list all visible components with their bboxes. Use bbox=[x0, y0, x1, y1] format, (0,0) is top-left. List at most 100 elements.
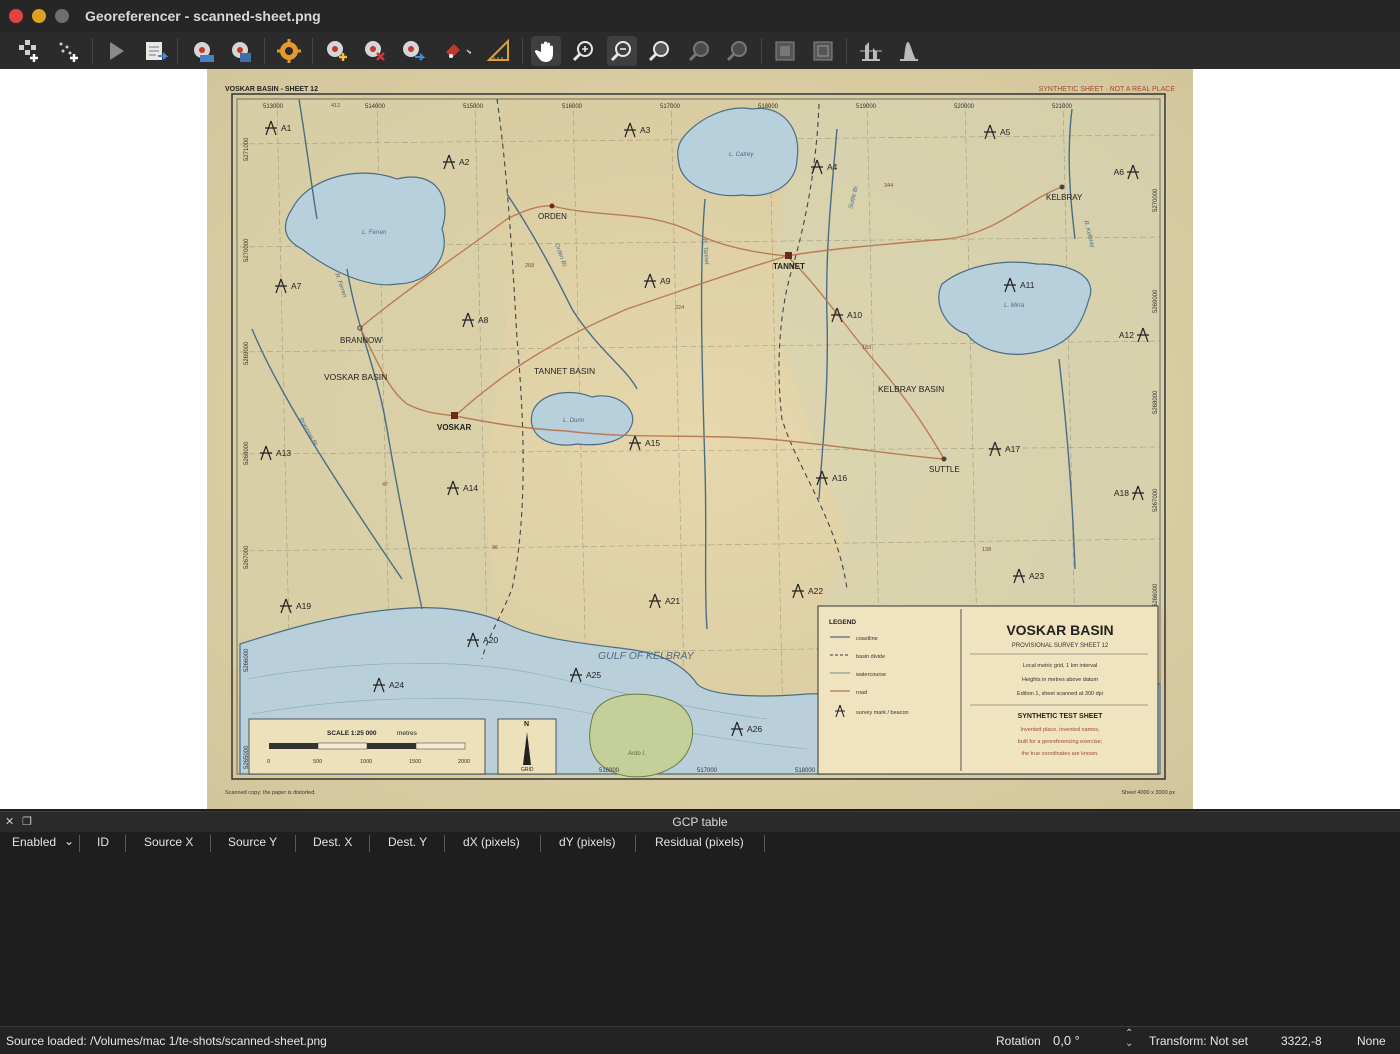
status-bar: Source loaded: /Volumes/mac 1/te-shots/s… bbox=[0, 1026, 1400, 1054]
place-kelbray: KELBRAY bbox=[1046, 193, 1083, 202]
place-tannet: TANNET bbox=[773, 262, 805, 271]
svg-text:L. Dunn: L. Dunn bbox=[563, 418, 585, 424]
column-source-x[interactable]: Source X bbox=[132, 835, 211, 852]
svg-text:138: 138 bbox=[982, 547, 991, 553]
link-qgis-icon[interactable] bbox=[808, 36, 838, 66]
survey-mark-label: A25 bbox=[586, 670, 601, 680]
delete-gcp-icon[interactable] bbox=[360, 36, 390, 66]
local-histogram-icon[interactable] bbox=[856, 36, 886, 66]
gcp-table-body[interactable] bbox=[0, 855, 1400, 1025]
rotation-value[interactable]: 0,0 ° bbox=[1053, 1033, 1080, 1048]
full-histogram-stretch-icon[interactable] bbox=[894, 36, 924, 66]
svg-text:47: 47 bbox=[382, 482, 388, 488]
pan-icon[interactable] bbox=[531, 36, 561, 66]
crs-status[interactable]: None bbox=[1357, 1034, 1386, 1048]
svg-text:1500: 1500 bbox=[409, 759, 421, 765]
svg-text:L. Mirra: L. Mirra bbox=[1004, 303, 1025, 309]
svg-text:516000: 516000 bbox=[562, 104, 583, 110]
svg-text:516000: 516000 bbox=[599, 768, 620, 774]
load-gcp-icon[interactable] bbox=[188, 36, 218, 66]
sheet-size-note: Sheet 4000 x 3000 px bbox=[1121, 790, 1175, 796]
minimize-window-button[interactable] bbox=[32, 9, 46, 23]
svg-text:514000: 514000 bbox=[365, 104, 386, 110]
save-gcp-icon[interactable] bbox=[226, 36, 256, 66]
svg-text:500: 500 bbox=[313, 759, 322, 765]
add-point-icon[interactable] bbox=[54, 36, 84, 66]
column-dx[interactable]: dX (pixels) bbox=[451, 835, 541, 852]
svg-text:watercourse: watercourse bbox=[855, 672, 886, 678]
transformation-settings-icon[interactable] bbox=[274, 36, 304, 66]
svg-text:518000: 518000 bbox=[758, 104, 779, 110]
svg-text:Invented place, invented names: Invented place, invented names, bbox=[1020, 727, 1100, 733]
chevron-down-icon[interactable]: ⌄ bbox=[64, 834, 74, 848]
georeferencer-toolbar bbox=[0, 32, 1400, 70]
map-legend: LEGEND coastline basin divide watercours… bbox=[817, 605, 1159, 775]
column-source-y[interactable]: Source Y bbox=[216, 835, 296, 852]
add-raster-icon[interactable] bbox=[14, 36, 44, 66]
survey-mark-label: A5 bbox=[1000, 127, 1011, 137]
status-source: Source loaded: /Volumes/mac 1/te-shots/s… bbox=[6, 1034, 327, 1048]
scanned-map-raster[interactable]: ORDEN TANNET KELBRAY BRANNOW VOSKAR SUTT… bbox=[207, 69, 1193, 809]
survey-mark-label: A12 bbox=[1119, 330, 1134, 340]
maximize-window-button[interactable] bbox=[55, 9, 69, 23]
zoom-to-layer-icon[interactable] bbox=[645, 36, 675, 66]
full-histogram-icon[interactable] bbox=[484, 36, 514, 66]
zoom-out-icon[interactable] bbox=[607, 36, 637, 66]
close-window-button[interactable] bbox=[9, 9, 23, 23]
svg-text:519000: 519000 bbox=[856, 104, 877, 110]
svg-text:L. Ferren: L. Ferren bbox=[362, 230, 387, 236]
rotation-spin-icon[interactable]: ⌃ ⌄ bbox=[1125, 1029, 1133, 1049]
svg-text:183: 183 bbox=[862, 345, 871, 351]
rotation-label: Rotation bbox=[996, 1034, 1041, 1048]
column-dy[interactable]: dY (pixels) bbox=[547, 835, 636, 852]
link-georef-icon[interactable] bbox=[770, 36, 800, 66]
svg-text:the true coordinates are known: the true coordinates are known. bbox=[1021, 751, 1099, 757]
column-residual[interactable]: Residual (pixels) bbox=[643, 835, 765, 852]
survey-mark-label: A9 bbox=[660, 276, 671, 286]
svg-text:521000: 521000 bbox=[1052, 104, 1073, 110]
svg-text:survey mark / beacon: survey mark / beacon bbox=[856, 710, 909, 716]
generate-script-icon[interactable] bbox=[140, 36, 170, 66]
column-dest-x[interactable]: Dest. X bbox=[301, 835, 370, 852]
svg-text:224: 224 bbox=[675, 305, 684, 311]
survey-mark-label: A22 bbox=[808, 586, 823, 596]
survey-mark-label: A3 bbox=[640, 125, 651, 135]
svg-text:518000: 518000 bbox=[795, 768, 816, 774]
column-id[interactable]: ID bbox=[85, 835, 126, 852]
svg-text:5269000: 5269000 bbox=[244, 341, 250, 365]
add-gcp-icon[interactable] bbox=[322, 36, 352, 66]
svg-text:0: 0 bbox=[267, 759, 270, 765]
place-voskar: VOSKAR bbox=[437, 423, 471, 432]
zoom-in-icon[interactable] bbox=[569, 36, 599, 66]
column-dest-y[interactable]: Dest. Y bbox=[376, 835, 445, 852]
svg-text:Local metric grid, 1 km interv: Local metric grid, 1 km interval bbox=[1023, 663, 1098, 669]
place-orden: ORDEN bbox=[538, 212, 567, 221]
svg-text:built for a georeferencing exe: built for a georeferencing exercise; bbox=[1018, 739, 1103, 745]
survey-mark-label: A18 bbox=[1114, 488, 1129, 498]
scale-bar: SCALE 1:25 000 metres 0 500 1000 1500 20… bbox=[248, 718, 486, 775]
survey-mark-label: A8 bbox=[478, 315, 489, 325]
column-enabled[interactable]: Enabled ⌄ bbox=[0, 834, 80, 852]
survey-mark-label: A10 bbox=[847, 310, 862, 320]
start-georeferencing-icon[interactable] bbox=[101, 36, 131, 66]
move-gcp-dest-icon[interactable] bbox=[441, 36, 471, 66]
zoom-last-icon[interactable] bbox=[685, 36, 715, 66]
svg-text:L. Catrey: L. Catrey bbox=[729, 152, 754, 158]
svg-text:LEGEND: LEGEND bbox=[829, 619, 856, 626]
region-voskar-basin: VOSKAR BASIN bbox=[324, 372, 387, 382]
survey-mark-label: A6 bbox=[1114, 167, 1125, 177]
svg-text:5271000: 5271000 bbox=[244, 137, 250, 161]
region-kelbray-basin: KELBRAY BASIN bbox=[878, 384, 944, 394]
svg-text:1000: 1000 bbox=[360, 759, 372, 765]
zoom-next-icon[interactable] bbox=[723, 36, 753, 66]
title-bar: Georeferencer - scanned-sheet.png bbox=[0, 0, 1400, 33]
survey-mark-label: A16 bbox=[832, 473, 847, 483]
svg-text:344: 344 bbox=[884, 183, 893, 189]
transform-status: Transform: Not set bbox=[1149, 1034, 1248, 1048]
survey-mark-label: A15 bbox=[645, 438, 660, 448]
gcp-panel-header: ✕ ❐ GCP table bbox=[0, 811, 1400, 833]
svg-text:96: 96 bbox=[492, 545, 498, 551]
move-gcp-icon[interactable] bbox=[398, 36, 428, 66]
survey-mark-label: A13 bbox=[276, 448, 291, 458]
svg-text:412: 412 bbox=[331, 103, 340, 109]
